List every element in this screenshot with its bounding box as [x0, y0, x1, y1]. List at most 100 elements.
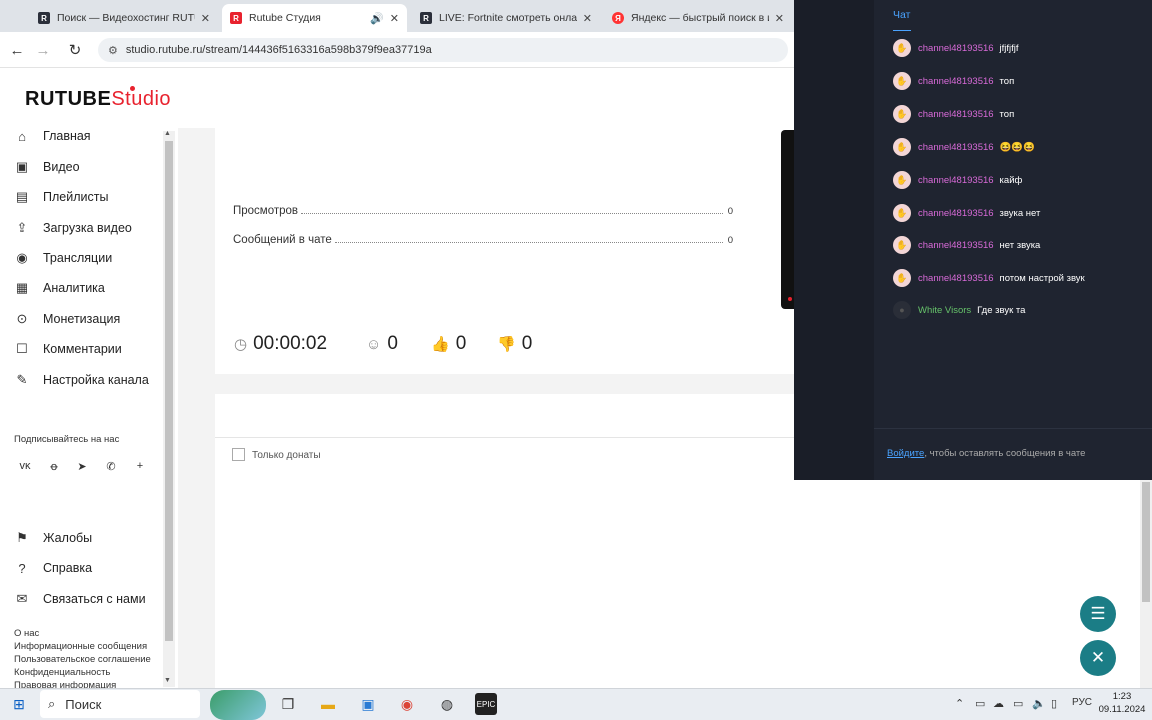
avatar[interactable]: ● [893, 301, 911, 319]
close-widget-button[interactable]: ✕ [1080, 640, 1116, 676]
avatar[interactable]: ✋ [893, 236, 911, 254]
home-icon: ⌂ [18, 128, 26, 144]
tab-fortnite[interactable]: R LIVE: Fortnite смотреть онлайн ✕ [412, 4, 600, 32]
sidebar-item-broadcasts[interactable]: ◉ Трансляции [14, 248, 112, 268]
footer-link-terms[interactable]: Пользовательское соглашение [14, 654, 151, 665]
reload-icon[interactable]: ↻ [66, 41, 84, 59]
sidebar-item-channel-settings[interactable]: ✎ Настройка канала [14, 370, 149, 390]
sidebar-item-home[interactable]: ⌂ Главная [14, 126, 91, 146]
chat-message: ✋ channel48193516 😆😆😆 [893, 138, 1035, 156]
complaint-icon: ⚑ [16, 530, 28, 545]
footer-link-info[interactable]: Информационные сообщения [14, 641, 147, 652]
tray-volume-icon[interactable]: 🔈 [1032, 697, 1046, 710]
chat-message: ✋ channel48193516 потом настрой звук [893, 269, 1085, 287]
sidebar-item-help[interactable]: ? Справка [14, 558, 92, 578]
logo-dot [130, 86, 135, 91]
ok-icon[interactable]: ꝋ [47, 459, 61, 473]
tray-chevron-icon[interactable]: ⌃ [955, 697, 964, 710]
telegram-icon[interactable]: ➤ [75, 459, 89, 473]
yandex-favicon-icon: Я [612, 12, 624, 24]
sidebar-item-video[interactable]: ▣ Видео [14, 157, 80, 177]
avatar[interactable]: ✋ [893, 138, 911, 156]
vk-icon[interactable]: ᴠᴋ [18, 459, 32, 473]
footer-link-privacy[interactable]: Конфиденциальность [14, 667, 110, 678]
language-indicator[interactable]: РУС [1072, 697, 1092, 708]
scrollbar-thumb[interactable] [165, 141, 173, 641]
viber-icon[interactable]: ✆ [104, 459, 118, 473]
taskbar-clock[interactable]: 1:23 09.11.2024 [1097, 690, 1147, 716]
tab-yandex[interactable]: Я Яндекс — быстрый поиск в ин ✕ [604, 4, 792, 32]
help-icon: ? [18, 560, 26, 576]
rutube-favicon-icon: R [38, 12, 50, 24]
sidebar-item-analytics[interactable]: ▦ Аналитика [14, 278, 105, 298]
avatar[interactable]: ✋ [893, 39, 911, 57]
avatar[interactable]: ✋ [893, 72, 911, 90]
task-view-icon[interactable]: ❐ [277, 693, 299, 715]
subscribe-label: Подписывайтесь на нас [14, 434, 120, 445]
scroll-down-icon[interactable]: ▼ [164, 677, 171, 684]
rutube-favicon-icon: R [230, 12, 242, 24]
chat-title[interactable]: Чат [893, 9, 910, 21]
obs-icon[interactable]: ◍ [436, 693, 458, 715]
address-bar[interactable]: ⚙ studio.rutube.ru/stream/144436f5163316… [98, 38, 788, 62]
upload-icon: ⇪ [16, 220, 28, 235]
avatar[interactable]: ✋ [893, 269, 911, 287]
plus-icon[interactable]: + [133, 459, 147, 473]
chat-message: ✋ channel48193516 jfjfjfjf [893, 39, 1019, 57]
monetization-icon: ⊙ [16, 311, 28, 326]
scrollbar-thumb[interactable] [1142, 482, 1150, 602]
sidebar-item-complaints[interactable]: ⚑ Жалобы [14, 528, 92, 548]
footer-link-legal[interactable]: Правовая информация [14, 680, 116, 688]
content-background [178, 128, 215, 688]
dislikes-counter: 👎 0 [497, 333, 533, 354]
scroll-up-icon[interactable]: ▲ [164, 130, 171, 137]
sidebar-item-upload[interactable]: ⇪ Загрузка видео [14, 218, 132, 238]
login-link[interactable]: Войдите [887, 448, 924, 459]
file-explorer-icon[interactable]: ▬ [317, 693, 339, 715]
rutube-studio-logo[interactable]: RUTUBEStudio [25, 86, 171, 111]
avatar[interactable]: ✋ [893, 171, 911, 189]
close-icon[interactable]: ✕ [201, 12, 210, 25]
sidebar-item-playlists[interactable]: ▤ Плейлисты [14, 187, 109, 207]
donations-only-checkbox[interactable] [232, 448, 245, 461]
sidebar-item-comments[interactable]: ☐ Комментарии [14, 339, 122, 359]
sidebar-scrollbar[interactable] [163, 131, 175, 687]
avatar[interactable]: ✋ [893, 204, 911, 222]
chrome-icon[interactable]: ◉ [396, 693, 418, 715]
broadcast-icon: ◉ [16, 250, 28, 265]
speaker-icon[interactable]: 🔊 [370, 12, 384, 25]
epic-games-icon[interactable]: EPIC [475, 693, 497, 715]
views-row: Просмотров 0 [233, 205, 733, 217]
messages-card [215, 394, 795, 688]
tab-studio[interactable]: R Rutube Студия 🔊 ✕ [222, 4, 407, 32]
forward-arrow-icon[interactable]: → [34, 41, 52, 59]
tray-cloud-icon[interactable]: ☁ [993, 697, 1004, 710]
tray-battery-icon[interactable]: ▯ [1051, 697, 1057, 710]
avatar[interactable]: ✋ [893, 105, 911, 123]
page-scrollbar[interactable] [1140, 480, 1152, 688]
windows-start-icon[interactable]: ⊞ [8, 693, 30, 715]
video-icon: ▣ [15, 159, 29, 174]
taskbar-search[interactable]: ⌕ Поиск [40, 690, 200, 718]
search-highlight-image[interactable] [210, 690, 266, 720]
likes-counter: 👍 0 [431, 333, 467, 354]
sidebar-item-monetization[interactable]: ⊙ Монетизация [14, 309, 121, 329]
sidebar-item-contact[interactable]: ✉ Связаться с нами [14, 589, 146, 609]
store-icon[interactable]: ▣ [357, 693, 379, 715]
player-preview[interactable] [781, 130, 795, 309]
duration-counter: ◷ 00:00:02 [234, 333, 328, 354]
chat-message: ✋ channel48193516 нет звука [893, 236, 1040, 254]
tray-display-icon[interactable]: ▭ [975, 697, 985, 710]
chat-bubble-icon: ☰ [1090, 604, 1106, 623]
close-icon[interactable]: ✕ [583, 12, 592, 25]
tray-network-icon[interactable]: ▭ [1013, 697, 1023, 710]
tab-search[interactable]: R Поиск — Видеохостинг RUTUBE ✕ [30, 4, 218, 32]
chat-support-button[interactable]: ☰ [1080, 596, 1116, 632]
card-gap [215, 374, 795, 394]
close-icon[interactable]: ✕ [775, 12, 784, 25]
close-icon[interactable]: ✕ [390, 12, 399, 25]
site-info-icon[interactable]: ⚙ [108, 44, 118, 57]
footer-link-about[interactable]: О нас [14, 628, 39, 639]
back-arrow-icon[interactable]: ← [8, 41, 26, 59]
viewers-counter: ☺ 0 [366, 333, 398, 354]
